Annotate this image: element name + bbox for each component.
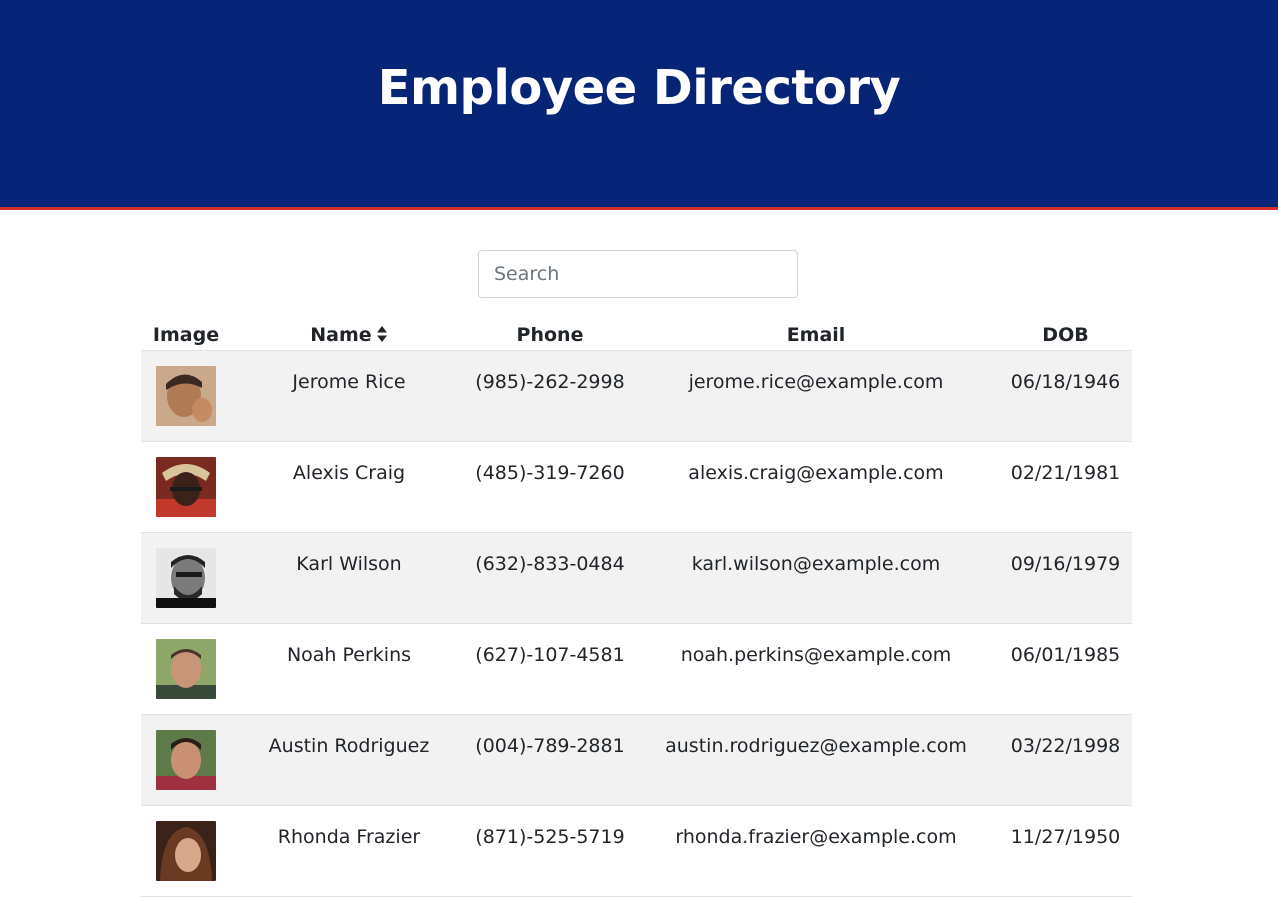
name-cell: Noah Perkins — [231, 623, 467, 715]
email-cell: karl.wilson@example.com — [633, 532, 999, 624]
column-header-name[interactable]: Name — [231, 320, 467, 351]
image-cell — [141, 714, 231, 806]
phone-cell: (871)-525-5719 — [467, 805, 633, 897]
column-header-name-label: Name — [310, 324, 372, 346]
employee-email: rhonda.frazier@example.com — [675, 826, 957, 848]
employee-dob: 03/22/1998 — [1010, 735, 1121, 757]
employee-name: Noah Perkins — [286, 644, 412, 666]
name-cell: Alexis Craig — [231, 441, 467, 533]
employee-name: Rhonda Frazier — [277, 826, 421, 848]
name-cell: Jerome Rice — [231, 350, 467, 442]
table-header-row: Image Name Phone Email DOB — [141, 320, 1132, 351]
employee-name: Jerome Rice — [292, 371, 406, 393]
employee-dob: 02/21/1981 — [1010, 462, 1121, 484]
column-header-dob: DOB — [999, 320, 1132, 351]
dob-cell: 06/01/1985 — [999, 623, 1132, 715]
employee-email: karl.wilson@example.com — [691, 553, 941, 575]
dob-cell: 02/21/1981 — [999, 441, 1132, 533]
employee-phone: (985)-262-2998 — [475, 371, 625, 393]
email-cell: austin.rodriguez@example.com — [633, 714, 999, 806]
page-header: Employee Directory — [0, 0, 1278, 210]
email-cell: noah.perkins@example.com — [633, 623, 999, 715]
avatar — [156, 457, 216, 517]
employee-name: Alexis Craig — [292, 462, 406, 484]
table-row: Jerome Rice (985)-262-2998 jerome.rice@e… — [141, 350, 1132, 442]
phone-cell: (485)-319-7260 — [467, 441, 633, 533]
sort-icon[interactable] — [376, 325, 388, 343]
avatar — [156, 821, 216, 881]
column-header-image: Image — [141, 320, 231, 351]
email-cell: alexis.craig@example.com — [633, 441, 999, 533]
table-row: Alexis Craig (485)-319-7260 alexis.craig… — [141, 441, 1132, 533]
page-title: Employee Directory — [377, 60, 901, 116]
avatar — [156, 366, 216, 426]
dob-cell: 11/27/1950 — [999, 805, 1132, 897]
name-cell: Karl Wilson — [231, 532, 467, 624]
employee-phone: (871)-525-5719 — [475, 826, 625, 848]
employee-name: Austin Rodriguez — [268, 735, 430, 757]
avatar — [156, 730, 216, 790]
table-row: Rhonda Frazier (871)-525-5719 rhonda.fra… — [141, 805, 1132, 897]
employee-phone: (627)-107-4581 — [475, 644, 625, 666]
email-cell: jerome.rice@example.com — [633, 350, 999, 442]
search-container — [478, 250, 798, 298]
column-header-phone-label: Phone — [516, 324, 584, 346]
employee-email: jerome.rice@example.com — [688, 371, 944, 393]
column-header-phone: Phone — [467, 320, 633, 351]
phone-cell: (985)-262-2998 — [467, 350, 633, 442]
avatar — [156, 639, 216, 699]
employee-email: noah.perkins@example.com — [680, 644, 952, 666]
table-row: Noah Perkins (627)-107-4581 noah.perkins… — [141, 623, 1132, 715]
column-header-email: Email — [633, 320, 999, 351]
email-cell: rhonda.frazier@example.com — [633, 805, 999, 897]
dob-cell: 06/18/1946 — [999, 350, 1132, 442]
column-header-image-label: Image — [152, 324, 220, 346]
name-cell: Austin Rodriguez — [231, 714, 467, 806]
column-header-dob-label: DOB — [1042, 324, 1089, 346]
dob-cell: 09/16/1979 — [999, 532, 1132, 624]
avatar — [156, 548, 216, 608]
table-row: Karl Wilson (632)-833-0484 karl.wilson@e… — [141, 532, 1132, 624]
employee-dob: 11/27/1950 — [1010, 826, 1121, 848]
employee-phone: (485)-319-7260 — [475, 462, 625, 484]
phone-cell: (627)-107-4581 — [467, 623, 633, 715]
dob-cell: 03/22/1998 — [999, 714, 1132, 806]
employee-email: alexis.craig@example.com — [688, 462, 944, 484]
table-row: Austin Rodriguez (004)-789-2881 austin.r… — [141, 714, 1132, 806]
name-cell: Rhonda Frazier — [231, 805, 467, 897]
employee-dob: 06/01/1985 — [1010, 644, 1121, 666]
phone-cell: (632)-833-0484 — [467, 532, 633, 624]
employee-table: Image Name Phone Email DOB Jerome Rice (… — [141, 320, 1132, 897]
image-cell — [141, 441, 231, 533]
employee-dob: 09/16/1979 — [1010, 553, 1121, 575]
employee-phone: (004)-789-2881 — [475, 735, 625, 757]
search-input[interactable] — [478, 250, 798, 298]
image-cell — [141, 532, 231, 624]
employee-name: Karl Wilson — [296, 553, 402, 575]
image-cell — [141, 623, 231, 715]
phone-cell: (004)-789-2881 — [467, 714, 633, 806]
image-cell — [141, 350, 231, 442]
employee-dob: 06/18/1946 — [1010, 371, 1121, 393]
employee-email: austin.rodriguez@example.com — [665, 735, 967, 757]
employee-phone: (632)-833-0484 — [475, 553, 625, 575]
column-header-email-label: Email — [786, 324, 846, 346]
image-cell — [141, 805, 231, 897]
